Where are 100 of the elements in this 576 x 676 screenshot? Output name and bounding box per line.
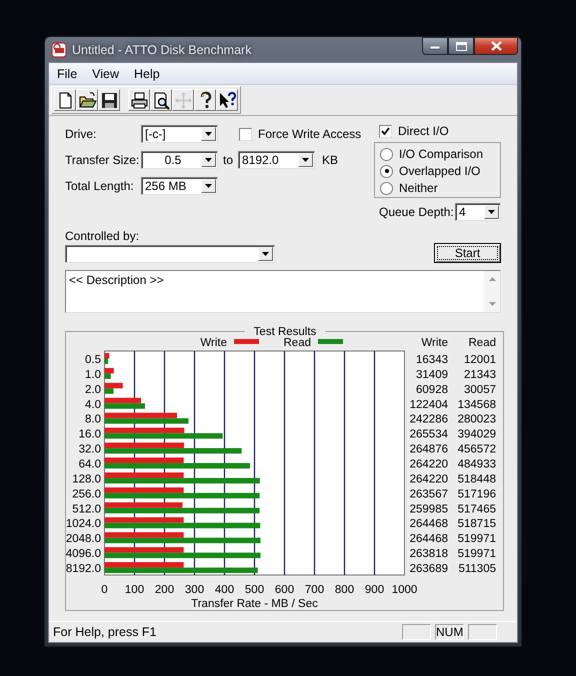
write-value: 264468	[410, 533, 448, 546]
printer-icon	[130, 90, 148, 110]
category-label: 1.0	[85, 368, 101, 381]
category-label: 4.0	[85, 398, 101, 411]
write-value: 60928	[416, 384, 448, 396]
length-dropdown[interactable]: 256 MB	[141, 177, 218, 195]
scroll-down-icon	[488, 302, 496, 306]
write-value: 122404	[410, 398, 448, 411]
column-header: Write	[421, 337, 448, 349]
description-field[interactable]: << Description >>	[65, 270, 501, 313]
toolbar-button[interactable]	[216, 89, 238, 111]
maximize-button[interactable]	[448, 37, 474, 55]
window-title: Untitled - ATTO Disk Benchmark	[72, 42, 252, 56]
checkbox-label: Force Write Access	[258, 127, 362, 141]
category-label: 512.0	[72, 503, 101, 516]
group-title: Test Results	[254, 326, 316, 338]
radio-button[interactable]	[380, 164, 393, 178]
tick-label: 700	[304, 584, 324, 596]
field-label: Controlled by:	[65, 229, 140, 243]
radio-label: Neither	[399, 181, 438, 195]
write-value: 31409	[416, 368, 448, 381]
unit-label: KB	[322, 153, 338, 167]
tick-label: 600	[274, 584, 294, 596]
size-to-dropdown[interactable]: 8192.0	[238, 151, 316, 169]
write-bar	[104, 382, 123, 388]
legend-label: Read	[284, 337, 311, 349]
caret-icon	[262, 252, 269, 256]
legend-swatch	[318, 339, 343, 344]
radio-button[interactable]	[380, 148, 393, 160]
toolbar-button[interactable]	[150, 89, 172, 111]
floppy-icon	[100, 90, 118, 110]
caret-icon	[205, 132, 212, 136]
field-label: Transfer Size:	[65, 153, 140, 167]
read-value: 484933	[458, 458, 496, 470]
legend-swatch	[234, 339, 259, 344]
caret-icon	[205, 158, 212, 162]
toolbar-button[interactable]	[54, 89, 76, 111]
write-value: 264876	[410, 444, 448, 456]
field-label: Queue Depth:	[379, 205, 455, 219]
status-panel	[402, 624, 431, 640]
category-label: 256.0	[72, 488, 101, 500]
status-panel	[468, 624, 497, 640]
field-label: to	[223, 153, 234, 167]
menu-item[interactable]: File	[57, 66, 78, 80]
radio-button[interactable]	[380, 182, 393, 194]
tick-label: 100	[124, 584, 144, 596]
controller-dropdown[interactable]	[65, 245, 275, 263]
field-label: Drive:	[65, 127, 98, 141]
queue-depth-dropdown[interactable]: 4	[455, 203, 501, 221]
radio-label: Overlapped I/O	[399, 164, 480, 178]
tick-label: 0	[101, 584, 108, 596]
toolbar-button[interactable]	[128, 89, 150, 111]
write-value: 263689	[410, 563, 448, 576]
category-label: 8192.0	[66, 563, 101, 576]
read-value: 456572	[458, 444, 496, 456]
read-value: 517465	[458, 503, 496, 516]
category-label: 32.0	[78, 444, 101, 456]
write-value: 263818	[410, 548, 448, 560]
read-value: 518448	[458, 473, 496, 486]
menu-item[interactable]: View	[92, 66, 120, 80]
write-bar	[104, 353, 110, 358]
tick-label: 1000	[392, 584, 418, 596]
category-label: 2.0	[85, 384, 101, 396]
toolbar-button[interactable]	[76, 89, 98, 111]
read-bar	[104, 373, 111, 379]
read-value: 519971	[458, 533, 496, 546]
read-value: 517196	[458, 488, 496, 500]
tick-label: 800	[334, 584, 354, 596]
close-button[interactable]	[474, 37, 518, 55]
category-label: 0.5	[85, 354, 101, 366]
start-button[interactable]: Start	[434, 243, 501, 263]
read-value: 519971	[458, 548, 496, 560]
axis-title: Transfer Rate - MB / Sec	[191, 598, 318, 610]
read-value: 511305	[458, 563, 496, 576]
radio-label: I/O Comparison	[399, 147, 484, 161]
move-arrows-icon	[174, 90, 192, 110]
checkbox-label: Direct I/O	[398, 124, 449, 138]
size-from-dropdown[interactable]: 0.5	[141, 151, 218, 169]
app-icon	[51, 42, 67, 58]
write-value: 242286	[410, 414, 448, 426]
magnifier-page-icon	[152, 90, 170, 110]
checkbox[interactable]	[239, 128, 252, 140]
read-value: 30057	[464, 384, 496, 396]
checkbox[interactable]	[379, 124, 392, 138]
minimize-button[interactable]	[422, 37, 448, 55]
write-bar	[104, 398, 142, 404]
toolbar-button[interactable]	[194, 89, 216, 111]
status-text: For Help, press F1	[53, 625, 157, 639]
menu-item[interactable]: Help	[134, 66, 160, 80]
write-value: 265534	[410, 428, 448, 441]
category-label: 64.0	[78, 458, 101, 470]
drive-dropdown[interactable]: [-c-]	[141, 125, 218, 143]
caret-icon	[488, 210, 495, 214]
write-value: 16343	[416, 354, 448, 366]
tick-label: 300	[184, 584, 204, 596]
write-value: 263567	[410, 488, 448, 500]
read-value: 134568	[458, 398, 496, 411]
tick-label: 900	[364, 584, 384, 596]
toolbar-button[interactable]	[98, 89, 120, 111]
caret-icon	[205, 184, 212, 188]
